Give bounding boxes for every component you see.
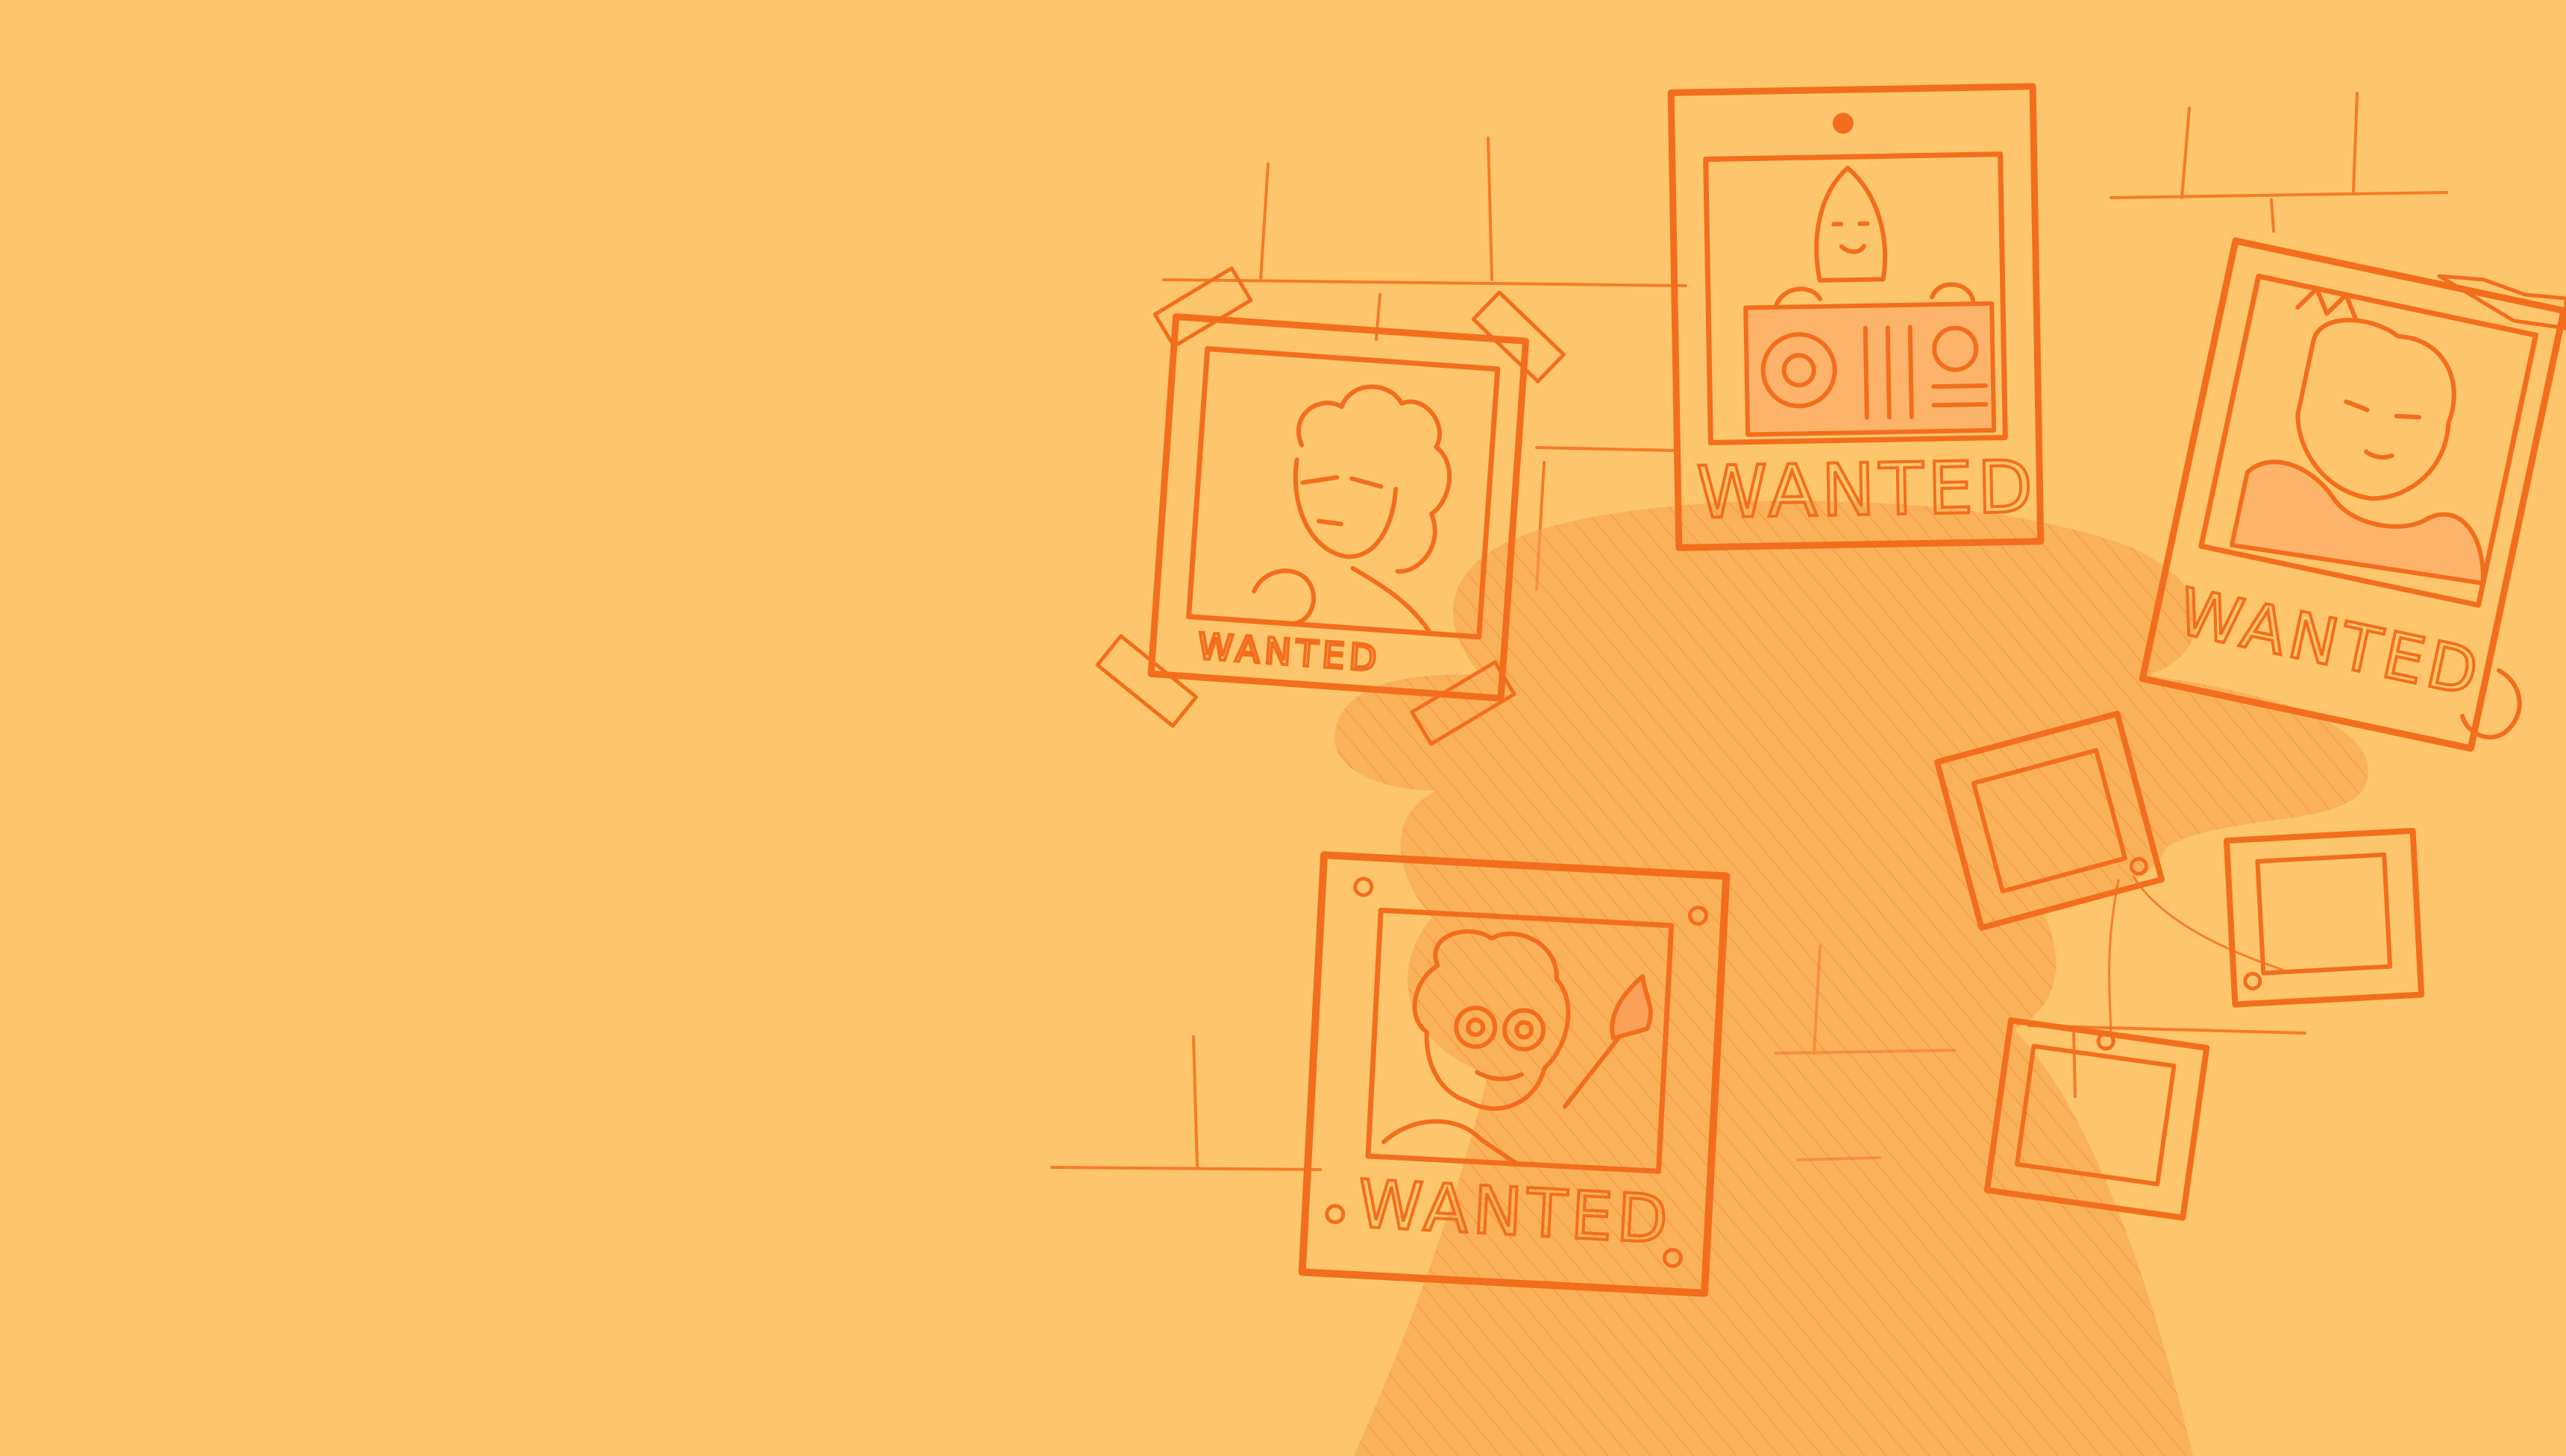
robot-dj-character <box>1743 166 1997 437</box>
pin-icon <box>1325 1204 1346 1225</box>
poster-scarf-character: WANTED <box>2139 237 2566 752</box>
poster-caption: WANTED <box>1196 626 1382 680</box>
blank-frames-string <box>2108 875 2284 1038</box>
poster-boombox-robot: WANTED <box>1667 83 2045 551</box>
blank-frame <box>2223 827 2425 1008</box>
pin-icon <box>1353 876 1374 897</box>
tape-strip <box>1095 634 1199 728</box>
poster-caption: WANTED <box>1356 1165 1674 1258</box>
curly-hair-character <box>1252 384 1452 636</box>
wanted-wall-illustration: WANTED WANTED WANTED WANTED <box>1050 83 2566 1456</box>
poster-caption: WANTED <box>1696 445 2038 535</box>
pin-icon <box>1832 113 1854 134</box>
